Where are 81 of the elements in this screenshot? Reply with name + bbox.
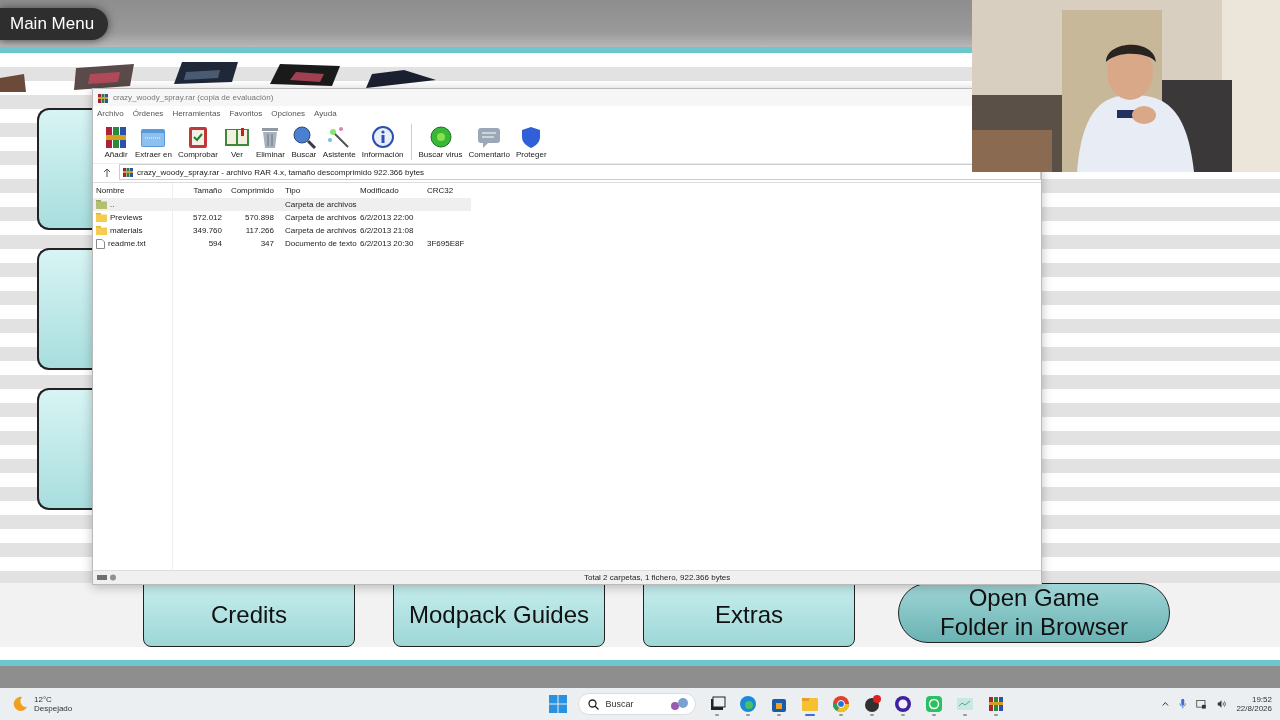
folder-icon	[96, 200, 107, 209]
books-icon	[103, 125, 129, 149]
moon-icon	[12, 696, 28, 712]
menu-panel[interactable]	[37, 248, 92, 370]
toolbar-button[interactable]: Añadir	[101, 125, 131, 159]
weather-condition: Despejado	[34, 704, 73, 713]
folder-icon	[96, 213, 107, 222]
menu-button[interactable]: Modpack Guides	[393, 583, 605, 647]
toolbar-button[interactable]: Buscar virus	[416, 125, 465, 159]
column-header[interactable]: CRC32	[424, 186, 469, 195]
table-cell-text: 349.760	[192, 226, 223, 235]
menu-title: Main Menu	[0, 7, 109, 40]
toolbar-button[interactable]: Ver	[221, 125, 252, 159]
menu-item[interactable]: Ayuda	[314, 109, 337, 118]
table-cell-text: Carpeta de archivos	[284, 200, 357, 209]
menu-panel[interactable]	[37, 388, 92, 510]
search-field[interactable]: Buscar	[577, 693, 696, 715]
temperature: 12°C	[34, 695, 53, 704]
menu-button[interactable]: Open Game Folder in Browser	[898, 583, 1170, 643]
table-cell-text: 572.012	[192, 213, 223, 222]
toolbar-button[interactable]: Comprobar	[175, 125, 220, 159]
toolbar-button[interactable]: Buscar	[288, 125, 319, 159]
column-header[interactable]: Comprimido	[225, 186, 277, 195]
speaker-icon[interactable]	[1216, 698, 1227, 710]
column-header[interactable]: Modificado	[357, 186, 424, 195]
path-text: crazy_woody_spray.rar - archivo RAR 4.x, tamaño descomprimido 922.366 bytes	[137, 167, 425, 177]
books-icon	[98, 92, 108, 103]
network-icon[interactable]	[1196, 697, 1207, 711]
table-cell-text: Carpeta de archivos	[284, 213, 357, 222]
menu-button[interactable]: Credits	[143, 583, 355, 647]
file-row[interactable]: Previews 572.012 570.898 Carpeta de archivos 6/2/2013 22:00	[93, 211, 1041, 224]
info-icon	[369, 125, 396, 149]
search-icon	[290, 125, 317, 149]
drive-icon	[97, 574, 119, 581]
column-header[interactable]: Nombre	[93, 186, 173, 195]
search-icon	[587, 698, 599, 710]
table-cell-text: 347	[259, 239, 275, 248]
column-header[interactable]: Tipo	[277, 186, 357, 195]
start-icon[interactable]	[548, 695, 567, 713]
menu-item[interactable]: Favoritos	[229, 109, 263, 118]
toolbar-button[interactable]: Asistente	[320, 125, 358, 159]
toolbar-button[interactable]: Extraer en	[133, 125, 174, 159]
table-cell-text: 6/2/2013 22:00	[359, 213, 415, 222]
toolbar-button[interactable]: Información	[359, 125, 406, 159]
table-cell-text: 3F695E8F	[426, 239, 466, 248]
status-text: Total 2 carpetas, 1 fichero, 922.366 bytes	[584, 573, 731, 582]
clock[interactable]: 19:52 22/8/2026	[1236, 695, 1272, 713]
table-cell-text: 570.898	[244, 213, 275, 222]
document-icon	[96, 238, 105, 249]
menu-button[interactable]: Extras	[643, 583, 855, 647]
menu-item[interactable]: Herramientas	[172, 109, 221, 118]
chevron-up-icon[interactable]	[1162, 701, 1169, 707]
toolbar-button[interactable]: Comentario	[466, 125, 512, 159]
table-cell-text: Documento de texto	[284, 239, 357, 248]
table-cell-text: Carpeta de archivos	[284, 226, 357, 235]
menu-item[interactable]: Opciones	[271, 109, 306, 118]
book-icon	[223, 125, 250, 149]
toolbar-button[interactable]: Eliminar	[253, 125, 287, 159]
up-arrow-icon[interactable]	[103, 167, 111, 177]
table-cell-text: 117.266	[244, 226, 275, 235]
microphone-icon[interactable]	[1178, 697, 1187, 711]
menu-panel[interactable]	[37, 108, 92, 230]
column-header[interactable]: Tamaño	[173, 186, 225, 195]
file-name: materials	[110, 226, 143, 235]
toolbar-button[interactable]: Proteger	[513, 125, 549, 159]
table-cell-text: 6/2/2013 21:08	[359, 226, 415, 235]
file-name: Previews	[110, 213, 143, 222]
file-row[interactable]: readme.txt 594 347 Documento de texto 6/2/2013 20:30 3F695E8F	[93, 237, 1041, 250]
path-field[interactable]: crazy_woody_spray.rar - archivo RAR 4.x, tamaño descomprimido 922.366 bytes	[119, 164, 1041, 180]
menu-item[interactable]: Órdenes	[132, 109, 164, 118]
file-row[interactable]: materials 349.760 117.266 Carpeta de archivos 6/2/2013 21:08	[93, 224, 1041, 237]
menu-item[interactable]: Archivo	[97, 109, 124, 118]
table-cell-text: 6/2/2013 20:30	[359, 239, 415, 248]
file-name: readme.txt	[108, 239, 146, 248]
file-name: ..	[110, 200, 115, 209]
table-cell-text: 594	[207, 239, 223, 248]
folder-icon	[96, 226, 107, 235]
comment-icon	[476, 125, 503, 149]
window-title: crazy_woody_spray.rar (copia de evaluación)	[113, 93, 274, 102]
books-icon	[123, 167, 133, 177]
selected-row[interactable]: .. Carpeta de archivos	[93, 198, 471, 211]
